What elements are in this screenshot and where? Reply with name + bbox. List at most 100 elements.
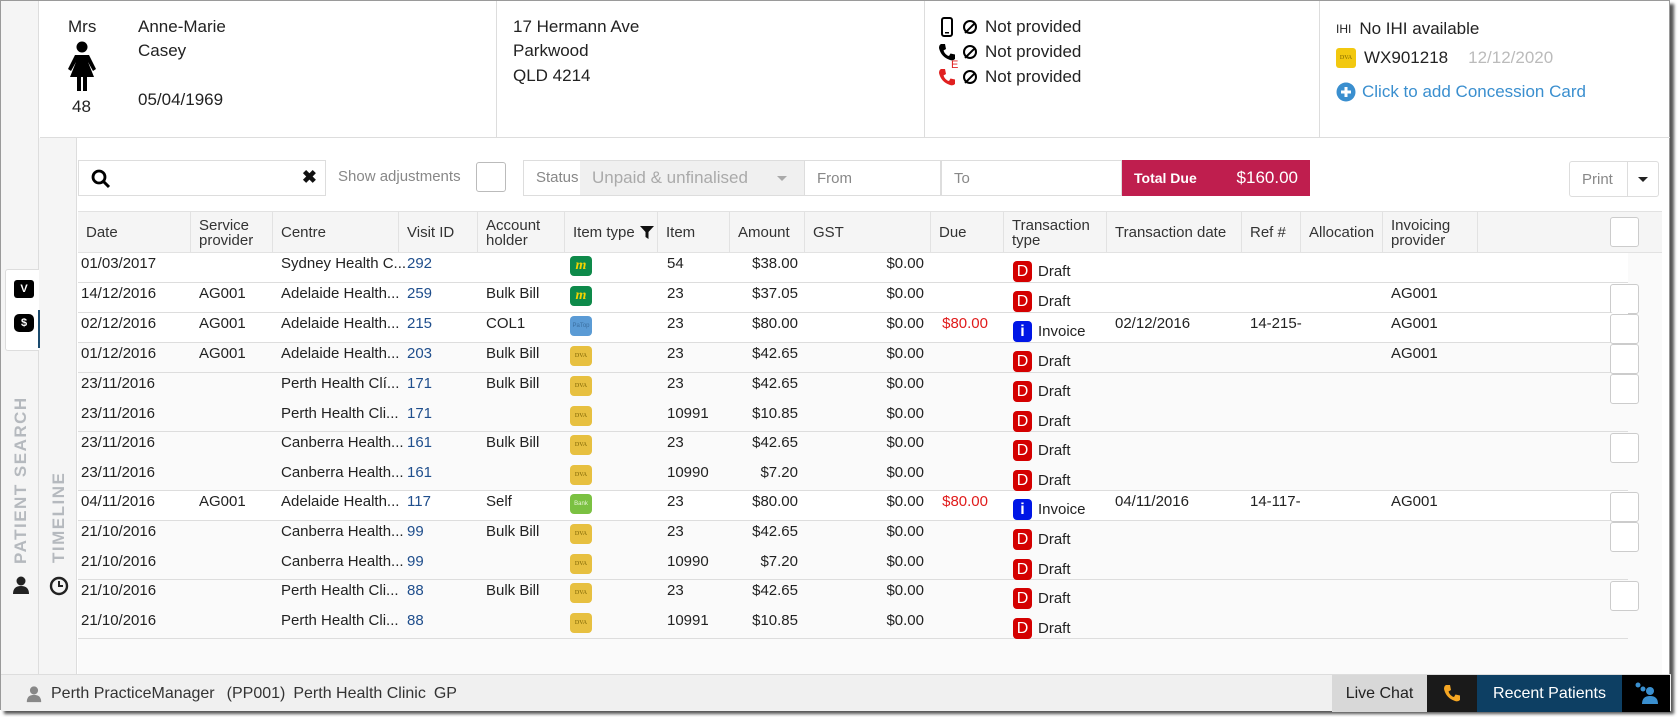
cell-gst: $0.00	[886, 255, 924, 272]
transaction-type[interactable]: D Draft	[1013, 261, 1071, 282]
filter-icon[interactable]	[639, 225, 654, 240]
add-concession-link[interactable]: Click to add Concession Card	[1336, 82, 1586, 102]
visit-id-link[interactable]: 88	[407, 612, 424, 629]
visit-id-link[interactable]: 161	[407, 434, 432, 451]
column-header[interactable]: Service provider	[191, 212, 273, 253]
cell-account-holder: Bulk Bill	[486, 523, 540, 540]
column-header[interactable]: Invoicing provider	[1383, 212, 1478, 253]
visit-id-link[interactable]: 259	[407, 285, 432, 302]
cell-item: 10990	[667, 463, 709, 481]
cell-centre: Canberra Health...	[281, 463, 404, 481]
call-button[interactable]	[1427, 675, 1477, 712]
live-chat-button[interactable]: Live Chat	[1332, 675, 1427, 712]
column-header[interactable]: Allocation	[1301, 212, 1383, 253]
table-row-group: 01/03/2017 Sydney Health C... 292 m 54 $38.00…	[78, 253, 1628, 283]
column-header[interactable]: Amount	[730, 212, 805, 253]
transaction-type[interactable]: i Invoice	[1013, 499, 1086, 520]
visit-id-link[interactable]: 99	[407, 523, 424, 540]
column-header[interactable]: Ref #	[1242, 212, 1301, 253]
row-checkbox[interactable]	[1610, 374, 1639, 404]
dva-item-type-icon: DVA	[570, 553, 592, 574]
visit-id-link[interactable]: 161	[407, 464, 432, 481]
transaction-type[interactable]: D Draft	[1013, 558, 1071, 580]
phone-row: Not provided	[937, 42, 1081, 62]
draft-badge-icon: D	[1013, 381, 1032, 402]
table-row-group: 02/12/2016 AG001 Adelaide Health... 215 COL1…	[78, 313, 1639, 344]
dva-item-type-icon: DVA	[570, 405, 592, 426]
column-header[interactable]: GST	[805, 212, 931, 253]
transaction-type[interactable]: D Draft	[1013, 410, 1071, 432]
transaction-type[interactable]: D Draft	[1013, 617, 1071, 639]
status-value[interactable]: Unpaid & unfinalised	[580, 161, 805, 195]
visit-id-link[interactable]: 171	[407, 375, 432, 392]
transaction-type[interactable]: D Draft	[1013, 588, 1071, 609]
user-icon	[26, 686, 42, 703]
column-header[interactable]: Transaction date	[1107, 212, 1242, 253]
column-header[interactable]: Date	[78, 212, 191, 253]
row-checkbox[interactable]	[1610, 284, 1639, 314]
visit-id-link[interactable]: 203	[407, 345, 432, 362]
not-provided-icon	[963, 45, 977, 59]
transaction-type-label: Draft	[1038, 442, 1071, 459]
column-header[interactable]: Centre	[273, 212, 399, 253]
payment-item-type-icon: PaTop	[570, 316, 592, 336]
cell-invoicing-provider: AG001	[1391, 345, 1438, 362]
clear-search-icon[interactable]: ✖	[302, 167, 317, 188]
visit-id-link[interactable]: 99	[407, 553, 424, 570]
cell-amount: $42.65	[752, 523, 798, 540]
transaction-type-label: Draft	[1038, 353, 1071, 370]
dva-row: DVA WX901218 12/12/2020	[1336, 48, 1553, 68]
column-header[interactable]: Item	[658, 212, 730, 253]
patient-title: Mrs	[68, 17, 97, 36]
cell-gst: $0.00	[886, 375, 924, 392]
tab-visit[interactable]: V	[14, 280, 34, 298]
cell-item: 23	[667, 315, 684, 332]
visit-id-link[interactable]: 88	[407, 582, 424, 599]
row-checkbox[interactable]	[1610, 581, 1639, 611]
column-header[interactable]: Visit ID	[399, 212, 478, 253]
cell-centre: Adelaide Health...	[281, 285, 400, 302]
transaction-type[interactable]: i Invoice	[1013, 321, 1086, 342]
status-select[interactable]: Status Unpaid & unfinalised	[523, 160, 805, 196]
search-input[interactable]: ✖	[78, 160, 326, 196]
column-header[interactable]: Item type	[565, 212, 658, 253]
transaction-type[interactable]: D Draft	[1013, 291, 1071, 312]
to-date-input[interactable]: To	[941, 160, 1122, 196]
recent-patients-button[interactable]: Recent Patients	[1477, 675, 1622, 712]
column-header[interactable]: Account holder	[478, 212, 565, 253]
transaction-type[interactable]: D Draft	[1013, 351, 1071, 372]
print-button[interactable]: Print	[1569, 161, 1659, 197]
tab-billing[interactable]: $	[14, 314, 34, 332]
visit-id-link[interactable]: 215	[407, 315, 432, 332]
transaction-type-label: Draft	[1038, 590, 1071, 607]
cell-amount: $42.65	[752, 434, 798, 451]
recent-patients-icon-button[interactable]	[1622, 675, 1670, 712]
patient-search-tab[interactable]: PATIENT SEARCH	[11, 396, 31, 564]
print-label[interactable]: Print	[1582, 171, 1613, 188]
row-checkbox[interactable]	[1610, 522, 1639, 552]
visit-id-link[interactable]: 171	[407, 405, 432, 422]
visit-id-link[interactable]: 117	[407, 493, 431, 510]
row-checkbox[interactable]	[1610, 314, 1639, 344]
column-header[interactable]: Transaction type	[1004, 212, 1107, 253]
patient-identity: Mrs 48 Anne-Marie Casey 05/04/1969	[40, 1, 497, 138]
cell-service-provider: AG001	[199, 315, 246, 332]
column-header[interactable]: Due	[931, 212, 1004, 253]
phone-icon	[1444, 685, 1460, 702]
transaction-type[interactable]: D Draft	[1013, 440, 1071, 461]
select-all-checkbox[interactable]	[1610, 217, 1639, 247]
row-checkbox[interactable]	[1610, 492, 1639, 522]
visit-id-link[interactable]: 292	[407, 255, 432, 272]
dva-number[interactable]: WX901218	[1364, 48, 1448, 68]
transaction-type[interactable]: D Draft	[1013, 381, 1071, 402]
print-dropdown-icon[interactable]	[1638, 177, 1648, 187]
show-adjustments-checkbox[interactable]	[476, 162, 506, 192]
person-icon[interactable]	[11, 575, 31, 595]
transaction-type[interactable]: D Draft	[1013, 529, 1071, 550]
row-checkbox[interactable]	[1610, 344, 1639, 374]
timeline-tab[interactable]: TIMELINE	[49, 472, 69, 563]
row-checkbox[interactable]	[1610, 433, 1639, 463]
from-date-input[interactable]: From	[804, 160, 941, 196]
clock-icon[interactable]	[49, 576, 69, 596]
transaction-type[interactable]: D Draft	[1013, 469, 1071, 491]
